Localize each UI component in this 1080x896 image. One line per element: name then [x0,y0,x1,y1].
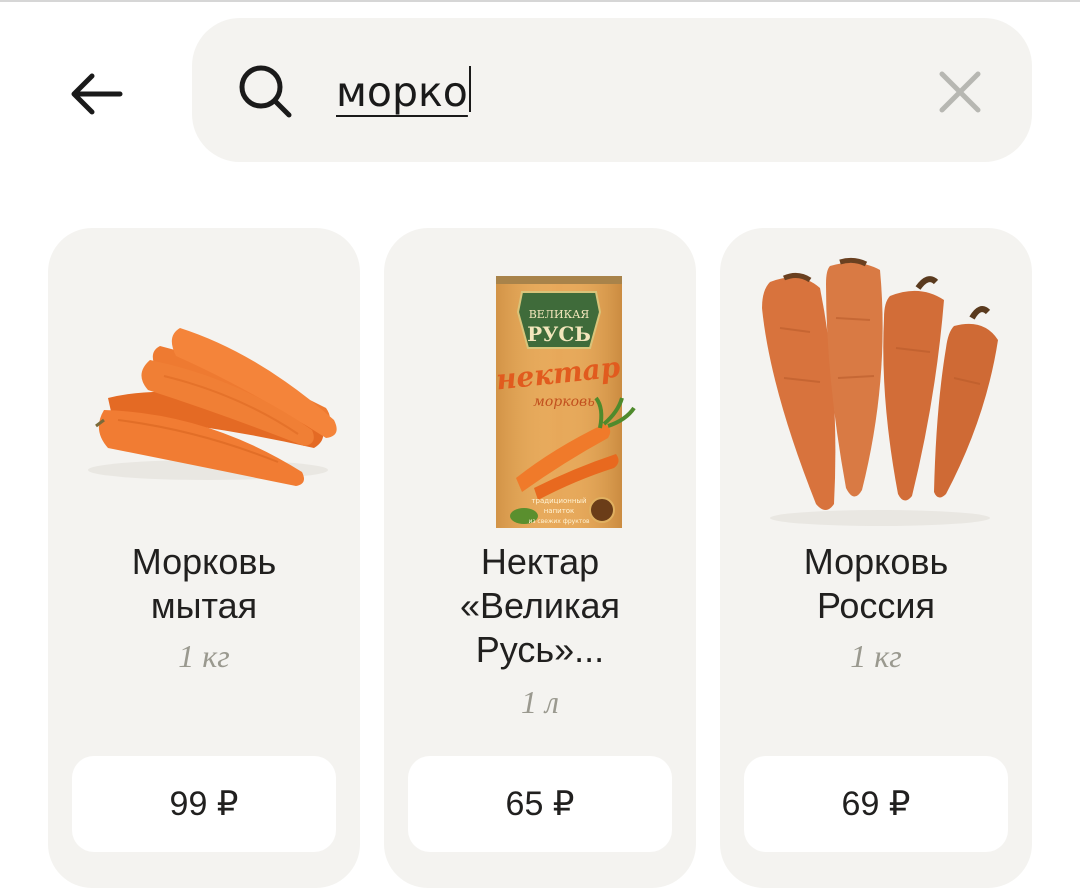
product-title: Морковь Россия [720,540,1032,628]
search-query-text: морко [336,68,468,116]
carton-brand-name: РУСЬ [527,322,591,346]
product-title-line: Россия [816,585,936,626]
search-bar[interactable] [192,18,1032,162]
carton-brand-line: ВЕЛИКАЯ [529,308,590,321]
clear-search-button[interactable] [930,62,990,122]
price-button[interactable]: 99 ₽ [72,756,336,852]
product-unit: 1 кг [178,638,230,674]
product-card[interactable]: ВЕЛИКАЯ РУСЬ нектар морковь традиционный… [384,228,696,888]
product-image-nectar-carton: ВЕЛИКАЯ РУСЬ нектар морковь традиционный… [494,276,636,528]
product-title-line: мытая [150,585,258,626]
product-title-line: Морковь [803,541,949,582]
top-divider [0,0,1080,2]
price-button[interactable]: 69 ₽ [744,756,1008,852]
carton-tagline: традиционный [531,497,586,505]
price-button[interactable]: 65 ₽ [408,756,672,852]
product-title: Морковь мытая [48,540,360,628]
product-image-washed-carrots [88,328,337,486]
product-title-line: Русь»... [475,629,605,670]
carton-tagline: напиток [544,507,575,515]
product-title: Нектар «Великая Русь»... [384,540,696,672]
carton-flavor: морковь [533,394,595,410]
product-title-line: Морковь [131,541,277,582]
product-card[interactable]: Морковь мытая 1 кг 99 ₽ [48,228,360,888]
search-icon [239,65,292,118]
product-card[interactable]: Морковь Россия 1 кг 69 ₽ [720,228,1032,888]
search-input[interactable]: морко [336,64,471,120]
product-unit: 1 кг [850,638,902,674]
carton-tagline: из свежих фруктов [528,518,590,525]
close-icon [939,71,981,113]
product-unit: 1 л [521,684,559,720]
text-caret [468,66,471,112]
arrow-left-icon [71,73,123,115]
product-title-line: Нектар [480,541,600,582]
product-title-line: «Великая [459,585,621,626]
back-button[interactable] [60,62,132,126]
product-image-unwashed-carrots [762,257,998,526]
